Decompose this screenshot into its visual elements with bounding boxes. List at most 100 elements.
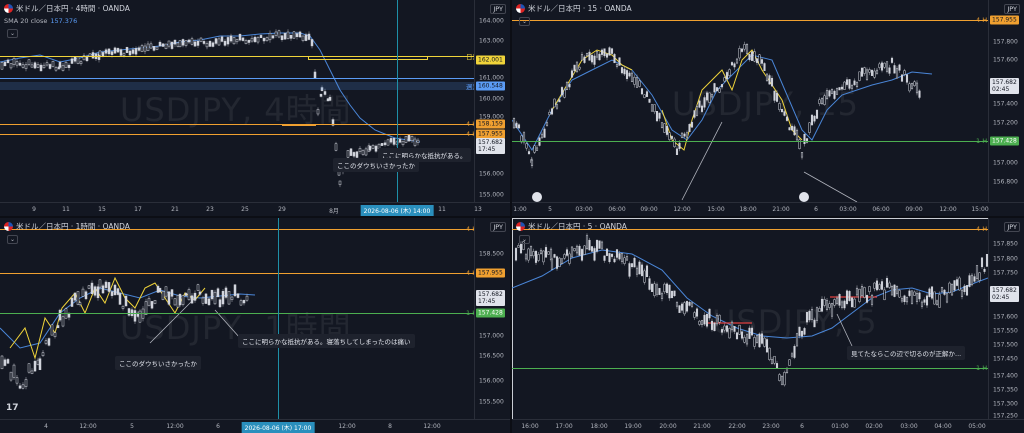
- candle: [605, 248, 609, 256]
- candle: [600, 241, 604, 249]
- candle: [274, 31, 278, 36]
- candle: [150, 301, 154, 309]
- annotation-dow[interactable]: ここのダウちいさかったか: [115, 356, 201, 370]
- time-axis[interactable]: 16:00 17:00 18:00 19:00 20:00 21:00 22:0…: [512, 419, 1024, 433]
- 1h-price-label: 157.428: [990, 136, 1019, 146]
- 1h-level-line[interactable]: [512, 368, 988, 369]
- x-tick: 06:00: [608, 206, 626, 213]
- pane-header[interactable]: 米ドル／日本円 · 15 · OANDA: [516, 3, 632, 14]
- candle: [738, 324, 741, 335]
- candle: [202, 41, 206, 44]
- candle: [713, 83, 716, 93]
- candle: [705, 92, 709, 101]
- candle: [229, 35, 233, 42]
- time-axis[interactable]: 4 12:00 5 12:00 6 2026-08-06 (木) 17:00 1…: [0, 419, 510, 433]
- price-axis[interactable]: JPY 158.500 157.000 156.500 156.000 155.…: [474, 218, 510, 433]
- y-tick: 157.350: [993, 386, 1018, 394]
- candles-1h[interactable]: [0, 218, 474, 419]
- x-tick: 17: [134, 206, 142, 213]
- candle: [743, 44, 746, 50]
- candle: [623, 257, 626, 264]
- candle: [770, 77, 774, 87]
- chevron-down-icon[interactable]: ⌄: [519, 17, 530, 26]
- pane-header[interactable]: 米ドル／日本円 · 4時間 · OANDA: [4, 3, 130, 14]
- x-tick: 6: [216, 423, 220, 430]
- x-tick: 4: [44, 423, 48, 430]
- candle: [27, 59, 31, 65]
- 1h-level-line[interactable]: [0, 313, 474, 314]
- candle: [539, 249, 543, 255]
- chart-pane-4h[interactable]: 米ドル／日本円 · 4時間 · OANDA SMA 20 close 157.37…: [0, 0, 510, 216]
- weekly-level-line[interactable]: [0, 78, 474, 79]
- event-us-icon[interactable]: [799, 192, 809, 202]
- candles-5m[interactable]: [512, 218, 988, 419]
- time-axis[interactable]: 1:00 5 03:00 06:00 09:00 12:00 15:00 18:…: [512, 202, 1024, 216]
- 4h-price-label-upper: 158.159: [476, 119, 505, 129]
- candle: [540, 133, 544, 139]
- event-us-icon[interactable]: [532, 192, 542, 202]
- candle: [226, 37, 230, 45]
- x-tick: 01:00: [831, 423, 849, 430]
- candle: [56, 325, 60, 329]
- candle: [943, 289, 946, 295]
- candle: [76, 291, 80, 305]
- currency-button[interactable]: JPY: [490, 4, 506, 14]
- pane-header[interactable]: 米ドル／日本円 · 1時間 · OANDA: [4, 221, 130, 232]
- candle: [878, 284, 881, 290]
- candle: [643, 94, 646, 98]
- candle: [545, 122, 549, 126]
- candle: [533, 145, 536, 153]
- chart-pane-1h[interactable]: 米ドル／日本円 · 1時間 · OANDA ⌄ USDJPY, 1時間 4 H …: [0, 218, 510, 433]
- chart-pane-15m[interactable]: 米ドル／日本円 · 15 · OANDA ⌄ USDJPY, 15 4 H 1 …: [512, 0, 1024, 216]
- candle: [323, 91, 327, 95]
- price-axis[interactable]: JPY 164.000 163.000 161.000 160.000 159.…: [474, 0, 510, 216]
- candle: [678, 305, 681, 313]
- candle: [763, 337, 766, 347]
- annotation-resistance[interactable]: ここに明らかな抵抗がある。寝落ちしてしまったのは痛い: [238, 334, 415, 348]
- daily-zone-box[interactable]: [308, 56, 428, 60]
- currency-button[interactable]: JPY: [1004, 4, 1020, 14]
- candle: [800, 330, 804, 337]
- x-tick: 21:00: [693, 423, 711, 430]
- candle: [680, 303, 684, 311]
- x-tick: 19:00: [624, 423, 642, 430]
- time-axis[interactable]: 9 11 15 17 21 23 25 29 8月 2026-08-06 (木)…: [0, 202, 510, 216]
- currency-button[interactable]: JPY: [1004, 222, 1020, 232]
- candle: [104, 281, 108, 288]
- candle: [615, 64, 619, 67]
- candle: [848, 79, 851, 89]
- annotation-dow[interactable]: ここのダウちいさかったか: [333, 158, 419, 172]
- candle: [374, 145, 378, 152]
- annotation-cut-point[interactable]: 見てたならこの辺で切るのが正解か...: [847, 346, 966, 360]
- candle: [640, 264, 644, 277]
- candle: [573, 64, 576, 72]
- 4h-level-line[interactable]: [512, 20, 988, 21]
- chart-pane-5m[interactable]: 米ドル／日本円 · 5 · OANDA ⌄ USDJPY, 5 4 H 1 H …: [512, 218, 1024, 433]
- x-tick: 02:00: [865, 423, 883, 430]
- currency-button[interactable]: JPY: [490, 222, 506, 232]
- chevron-down-icon[interactable]: ⌄: [7, 29, 18, 38]
- chevron-down-icon[interactable]: ⌄: [7, 235, 18, 244]
- 4h-level-line-lower[interactable]: [0, 273, 474, 274]
- candle: [888, 67, 891, 74]
- x-tick: 12:00: [79, 423, 97, 430]
- candle: [980, 257, 984, 268]
- price-axis[interactable]: JPY 157.800 157.600 157.400 157.200 157.…: [988, 0, 1024, 216]
- x-tick: 15: [98, 206, 106, 213]
- 4h-level-line-upper[interactable]: [0, 124, 474, 125]
- price-axis[interactable]: JPY 157.850 157.800 157.750 157.600 157.…: [988, 218, 1024, 433]
- 4h-level-line-lower[interactable]: [0, 134, 474, 135]
- pane-header[interactable]: 米ドル／日本円 · 5 · OANDA: [516, 221, 627, 232]
- candle: [588, 51, 591, 61]
- candle: [164, 286, 168, 297]
- candle: [90, 282, 94, 295]
- candle: [850, 85, 854, 89]
- candle: [93, 286, 97, 296]
- sma-legend[interactable]: SMA 20 close 157.376: [4, 17, 77, 25]
- candles-15m[interactable]: [512, 0, 988, 202]
- 1h-level-line[interactable]: [512, 141, 988, 142]
- candle: [735, 58, 739, 64]
- candle: [648, 278, 651, 290]
- candle: [9, 371, 13, 381]
- chevron-down-icon[interactable]: ⌄: [519, 235, 530, 244]
